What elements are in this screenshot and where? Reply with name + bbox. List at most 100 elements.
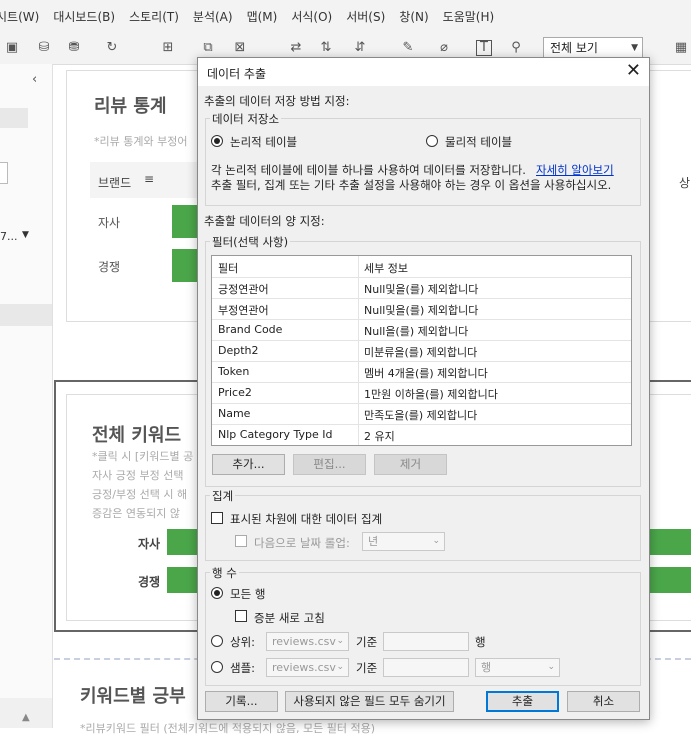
pin-icon[interactable]: ⚲ <box>508 40 524 56</box>
filter-group-label: 필터(선택 사항) <box>210 234 291 250</box>
new-datasource-icon[interactable]: ⛁ <box>36 40 52 56</box>
top-rows-radio[interactable] <box>211 635 223 647</box>
sort-asc-icon[interactable]: ⇅ <box>318 40 334 56</box>
extract-button[interactable]: 추출 <box>486 691 559 712</box>
rollup-level-select[interactable]: 년 ⌄ <box>362 532 445 551</box>
highlight-icon[interactable]: ✎ <box>400 40 416 56</box>
top-unit-label: 행 <box>475 635 486 649</box>
left-item-selected[interactable] <box>0 108 28 128</box>
rows-group-label: 행 수 <box>210 565 239 581</box>
swap-icon[interactable]: ⇄ <box>288 40 304 56</box>
filter-detail: 멤버 4개을(를) 제외합니다 <box>364 367 488 380</box>
top-count-input[interactable] <box>383 632 469 651</box>
menu-dashboard[interactable]: 대시보드(B) <box>53 8 115 25</box>
kw-comp-bar-right[interactable] <box>646 567 691 593</box>
edit-filter-button[interactable]: 편집... <box>293 454 366 475</box>
table-row[interactable]: Price2 1만원 이하을(를) 제외합니다 <box>212 382 631 404</box>
physical-table-label[interactable]: 물리적 테이블 <box>445 134 512 150</box>
menu-server[interactable]: 서버(S) <box>346 8 385 25</box>
top-source-value: reviews.csv <box>272 635 336 648</box>
table-row[interactable]: Token 멤버 4개을(를) 제외합니다 <box>212 361 631 383</box>
storage-group-label: 데이터 저장소 <box>210 111 282 127</box>
scroll-up-icon[interactable]: ▲ <box>22 712 30 723</box>
table-row[interactable]: Depth2 미분류을(를) 제외합니다 <box>212 340 631 362</box>
menu-help[interactable]: 도움말(H) <box>443 8 495 25</box>
menu-analysis[interactable]: 분석(A) <box>193 8 233 25</box>
menu-format[interactable]: 서식(O) <box>291 8 332 25</box>
learn-more-link[interactable]: 자세히 알아보기 <box>536 162 614 178</box>
filter-name: 부정연관어 <box>218 304 269 317</box>
menu-sheet[interactable]: 시트(W) <box>0 8 39 25</box>
keyword-note-1: *클릭 시 [키워드별 공 <box>92 450 194 463</box>
menu-story[interactable]: 스토리(T) <box>129 8 179 25</box>
logical-table-label[interactable]: 논리적 테이블 <box>230 134 297 150</box>
save-icon[interactable]: ▣ <box>4 40 20 56</box>
sample-by-label: 기준 <box>356 661 378 675</box>
kw-self-bar-right[interactable] <box>646 529 691 555</box>
menu-bar: 시트(W) 대시보드(B) 스토리(T) 분석(A) 맵(M) 서식(O) 서버… <box>0 0 691 32</box>
hide-unused-fields-button[interactable]: 사용되지 않은 필드 모두 숨기기 <box>285 691 454 712</box>
all-rows-label[interactable]: 모든 행 <box>230 586 265 602</box>
table-row[interactable]: 부정연관어 Null및을(를) 제외합니다 <box>212 298 631 320</box>
top-by-label: 기준 <box>356 635 378 649</box>
left-item[interactable] <box>0 304 52 326</box>
clear-sheet-icon[interactable]: ⊠ <box>232 40 248 56</box>
filter-name: Price2 <box>218 386 252 399</box>
sort-desc-icon[interactable]: ⇵ <box>352 40 368 56</box>
all-rows-radio[interactable] <box>211 587 223 599</box>
sample-rows-label[interactable]: 샘플: <box>230 660 255 676</box>
table-header-row: 필터 세부 정보 <box>212 256 631 278</box>
view-size-dropdown[interactable]: 전체 보기 ▼ <box>543 37 643 58</box>
top-rows-label[interactable]: 상위: <box>230 634 255 650</box>
table-row[interactable]: Name 만족도을(를) 제외합니다 <box>212 403 631 425</box>
menu-window[interactable]: 창(N) <box>399 8 428 25</box>
menu-map[interactable]: 맵(M) <box>247 8 278 25</box>
collapse-chevron-icon[interactable]: ‹ <box>32 72 37 87</box>
new-worksheet-icon[interactable]: ⊞ <box>160 40 176 56</box>
keyword-note-4: 증감은 연동되지 않 <box>92 507 180 520</box>
chevron-down-icon: ▼ <box>22 230 29 240</box>
datasource-icon[interactable]: ⛃ <box>66 40 82 56</box>
filter-name: Token <box>218 365 250 378</box>
cancel-button[interactable]: 취소 <box>567 691 640 712</box>
header-details: 세부 정보 <box>364 262 408 275</box>
sort-icon[interactable]: ≡ <box>144 172 154 186</box>
aggregation-group <box>205 495 641 561</box>
sample-unit-select[interactable]: 행 ⌄ <box>475 658 560 677</box>
remove-filter-button[interactable]: 제거 <box>374 454 447 475</box>
aggregation-group-label: 집계 <box>210 488 236 504</box>
attach-icon[interactable]: ⌀ <box>436 40 452 56</box>
table-row[interactable]: Brand Code Null을(를) 제외합니다 <box>212 319 631 341</box>
top-source-select[interactable]: reviews.csv ⌄ <box>266 632 349 651</box>
refresh-icon[interactable]: ↻ <box>104 40 120 56</box>
filter-name: 긍정연관어 <box>218 283 269 296</box>
chevron-down-icon: ⌄ <box>336 662 344 672</box>
review-stats-title: 리뷰 통계 <box>94 96 167 117</box>
left-field[interactable] <box>0 162 8 184</box>
rollup-dates-checkbox[interactable] <box>235 535 247 547</box>
keyword-note-3: 긍정/부정 선택 시 해 <box>92 488 188 501</box>
left-dropdown[interactable]: 7... <box>0 230 18 243</box>
sample-source-select[interactable]: reviews.csv ⌄ <box>266 658 349 677</box>
table-row[interactable]: 긍정연관어 Null및을(를) 제외합니다 <box>212 277 631 299</box>
incremental-refresh-checkbox[interactable] <box>235 610 247 622</box>
bottom-note: *리뷰키워드 필터 (전체키워드에 적용되지 않음, 모든 필터 적용) <box>80 722 376 735</box>
rollup-dates-label: 다음으로 날짜 롤업: <box>254 536 350 550</box>
table-row[interactable]: Nlp Category Type Id 2 유지 <box>212 424 631 445</box>
physical-table-radio[interactable] <box>426 135 438 147</box>
sample-rows-radio[interactable] <box>211 661 223 673</box>
close-icon[interactable]: ✕ <box>626 61 641 81</box>
aggregate-visible-label[interactable]: 표시된 차원에 대한 데이터 집계 <box>230 511 382 527</box>
duplicate-icon[interactable]: ⧉ <box>200 40 216 56</box>
aggregate-visible-checkbox[interactable] <box>211 512 223 524</box>
show-me-icon[interactable]: ▦ <box>673 40 689 56</box>
history-button[interactable]: 기록... <box>205 691 278 712</box>
sample-count-input[interactable] <box>383 658 469 677</box>
text-label-icon[interactable]: T <box>476 40 492 56</box>
row-comp-label: 경쟁 <box>98 260 121 274</box>
filter-name: Nlp Category Type Id <box>218 428 333 441</box>
incremental-refresh-label[interactable]: 증분 새로 고침 <box>254 610 325 626</box>
dialog-titlebar: 데이터 추출 ✕ <box>198 58 649 86</box>
add-filter-button[interactable]: 추가... <box>212 454 285 475</box>
logical-table-radio[interactable] <box>211 135 223 147</box>
